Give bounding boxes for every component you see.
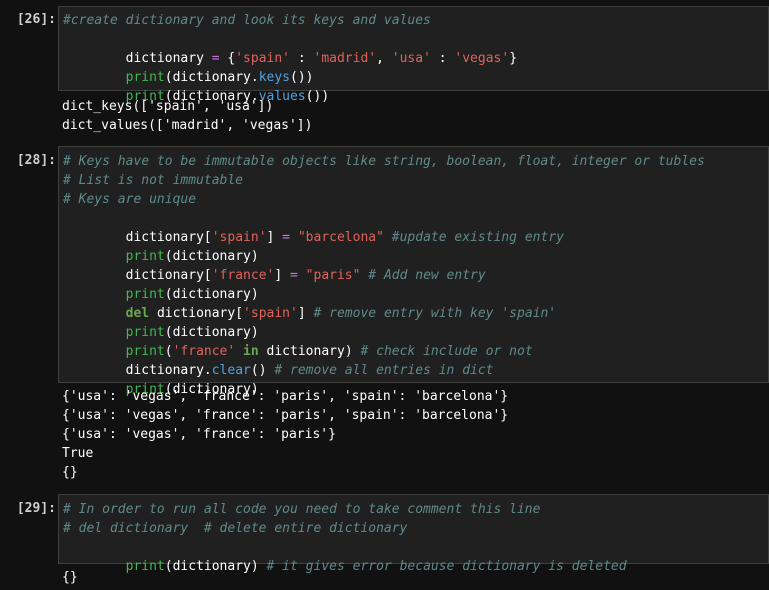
code-line: # Keys are unique	[63, 192, 197, 207]
output-line: {}	[62, 570, 78, 585]
code-line: #create dictionary and look its keys and…	[63, 13, 431, 28]
code-line: dictionary = {'spain' : 'madrid', 'usa' …	[125, 51, 518, 66]
code-line: # In order to run all code you need to t…	[63, 502, 541, 517]
code-line: print(dictionary)	[125, 382, 259, 397]
cell-prompt: [28]:	[16, 153, 56, 168]
code-line: dictionary.clear() # remove all entries …	[125, 363, 494, 378]
code-line: print(dictionary)	[125, 249, 259, 264]
code-line: dictionary['spain'] = "barcelona" #updat…	[125, 230, 564, 245]
cell-prompt: [29]:	[16, 501, 56, 516]
output-line: {'usa': 'vegas', 'france': 'paris', 'spa…	[62, 408, 509, 423]
code-cell-26[interactable]: [26]: #create dictionary and look its ke…	[0, 0, 769, 140]
output-line: {'usa': 'vegas', 'france': 'paris'}	[62, 427, 336, 442]
code-line: dictionary['france'] = "paris" # Add new…	[125, 268, 486, 283]
code-line: print(dictionary) # it gives error becau…	[125, 559, 627, 574]
notebook: [26]: #create dictionary and look its ke…	[0, 0, 769, 590]
code-input[interactable]: #create dictionary and look its keys and…	[58, 6, 769, 104]
output-line: {}	[62, 465, 78, 480]
code-input[interactable]: # In order to run all code you need to t…	[58, 494, 769, 574]
code-line: print(dictionary.keys())	[125, 70, 314, 85]
code-line: print('france' in dictionary) # check in…	[125, 344, 533, 359]
code-line: # del dictionary # delete entire diction…	[63, 521, 408, 536]
code-line: del dictionary['spain'] # remove entry w…	[125, 306, 557, 321]
output-line: True	[62, 446, 94, 461]
code-cell-29[interactable]: [29]: # In order to run all code you nee…	[0, 494, 769, 590]
code-line: print(dictionary)	[125, 325, 259, 340]
output-line: dict_keys(['spain', 'usa'])	[62, 99, 274, 114]
code-line: print(dictionary)	[125, 287, 259, 302]
output-line: dict_values(['madrid', 'vegas'])	[62, 118, 313, 133]
code-input[interactable]: # Keys have to be immutable objects like…	[58, 146, 769, 397]
code-cell-28[interactable]: [28]: # Keys have to be immutable object…	[0, 146, 769, 486]
cell-prompt: [26]:	[16, 12, 56, 27]
code-line: # List is not immutable	[63, 173, 244, 188]
code-line: # Keys have to be immutable objects like…	[63, 154, 705, 169]
output-line: {'usa': 'vegas', 'france': 'paris', 'spa…	[62, 389, 509, 404]
code-line: print(dictionary.values())	[125, 89, 330, 104]
